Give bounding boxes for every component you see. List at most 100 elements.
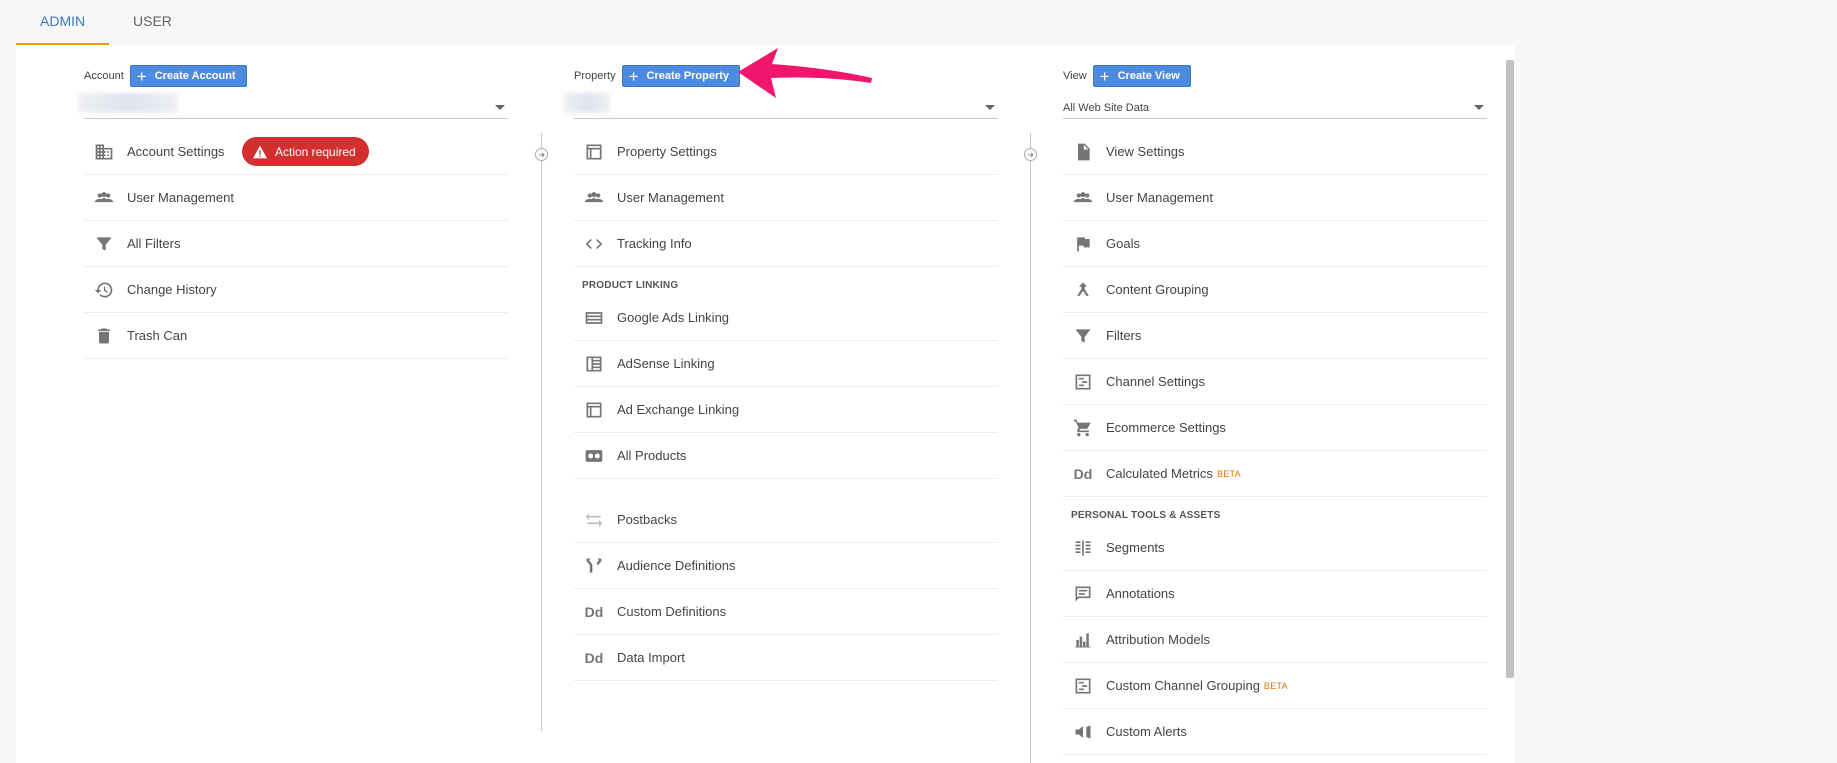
tracking-info-item[interactable]: Tracking Info bbox=[574, 221, 998, 267]
arrow-right-icon bbox=[535, 148, 548, 161]
ecommerce-settings-item[interactable]: Ecommerce Settings bbox=[1063, 405, 1487, 451]
property-selector[interactable] bbox=[564, 93, 998, 119]
account-selector[interactable] bbox=[78, 93, 508, 119]
column-divider bbox=[541, 133, 542, 731]
ads-icon bbox=[582, 307, 606, 329]
bars-icon bbox=[1071, 629, 1095, 651]
account-user-management-item[interactable]: User Management bbox=[84, 175, 508, 221]
calculated-metrics-label: Calculated Metrics bbox=[1106, 466, 1213, 481]
ad-exchange-linking-item[interactable]: Ad Exchange Linking bbox=[574, 387, 998, 433]
calculated-metrics-item[interactable]: Dd Calculated Metrics BETA bbox=[1063, 451, 1487, 497]
data-import-item[interactable]: Dd Data Import bbox=[574, 635, 998, 681]
view-user-management-label: User Management bbox=[1106, 190, 1213, 205]
cart-icon bbox=[1071, 417, 1095, 439]
account-settings-label: Account Settings bbox=[127, 144, 225, 159]
trash-can-item[interactable]: Trash Can bbox=[84, 313, 508, 359]
create-property-button[interactable]: + Create Property bbox=[621, 65, 741, 87]
pointer-arrow-annotation bbox=[738, 48, 872, 98]
create-view-label: Create View bbox=[1117, 70, 1180, 82]
audience-definitions-item[interactable]: Audience Definitions bbox=[574, 543, 998, 589]
account-label: Account bbox=[84, 70, 124, 82]
view-selector[interactable]: All Web Site Data bbox=[1063, 97, 1487, 119]
tracking-info-label: Tracking Info bbox=[617, 236, 692, 251]
admin-tabs: ADMIN USER bbox=[16, 0, 196, 45]
create-view-button[interactable]: + Create View bbox=[1092, 65, 1191, 87]
property-label: Property bbox=[574, 70, 616, 82]
custom-channel-grouping-item[interactable]: Custom Channel Grouping BETA bbox=[1063, 663, 1487, 709]
view-selected-value: All Web Site Data bbox=[1063, 101, 1150, 114]
annotations-item[interactable]: Annotations bbox=[1063, 571, 1487, 617]
attribution-models-item[interactable]: Attribution Models bbox=[1063, 617, 1487, 663]
personal-tools-heading: PERSONAL TOOLS & ASSETS bbox=[1071, 510, 1221, 521]
channel-settings-item[interactable]: Channel Settings bbox=[1063, 359, 1487, 405]
dd-icon: Dd bbox=[1071, 463, 1095, 485]
tab-admin[interactable]: ADMIN bbox=[16, 0, 109, 45]
filter-icon bbox=[92, 233, 116, 255]
google-ads-linking-item[interactable]: Google Ads Linking bbox=[574, 295, 998, 341]
create-account-button[interactable]: + Create Account bbox=[129, 65, 247, 87]
product-linking-heading: PRODUCT LINKING bbox=[582, 280, 679, 291]
custom-definitions-item[interactable]: Dd Custom Definitions bbox=[574, 589, 998, 635]
segments-item[interactable]: Segments bbox=[1063, 525, 1487, 571]
view-settings-item[interactable]: View Settings bbox=[1063, 129, 1487, 175]
property-user-management-label: User Management bbox=[617, 190, 724, 205]
custom-alerts-item[interactable]: Custom Alerts bbox=[1063, 709, 1487, 755]
tab-user[interactable]: USER bbox=[109, 0, 196, 43]
history-icon bbox=[92, 279, 116, 301]
document-icon bbox=[1071, 141, 1095, 163]
custom-channel-grouping-label: Custom Channel Grouping bbox=[1106, 678, 1260, 693]
custom-alerts-label: Custom Alerts bbox=[1106, 724, 1187, 739]
users-icon bbox=[1071, 187, 1095, 209]
code-icon bbox=[582, 233, 606, 255]
trash-icon bbox=[92, 325, 116, 347]
content-grouping-label: Content Grouping bbox=[1106, 282, 1209, 297]
content-grouping-item[interactable]: Content Grouping bbox=[1063, 267, 1487, 313]
grouping-icon bbox=[1071, 279, 1095, 301]
create-account-label: Create Account bbox=[154, 70, 236, 82]
account-menu: Account Settings Action required User Ma… bbox=[84, 129, 508, 359]
audience-icon bbox=[582, 555, 606, 577]
filters-item[interactable]: Filters bbox=[1063, 313, 1487, 359]
dd-icon: Dd bbox=[582, 647, 606, 669]
all-products-item[interactable]: All Products bbox=[574, 433, 998, 479]
redacted-account-name bbox=[78, 93, 178, 113]
property-settings-item[interactable]: Property Settings bbox=[574, 129, 998, 175]
action-required-badge[interactable]: Action required bbox=[242, 137, 369, 166]
change-history-item[interactable]: Change History bbox=[84, 267, 508, 313]
plus-icon: + bbox=[136, 66, 147, 86]
menu-spacer bbox=[574, 479, 998, 497]
view-label: View bbox=[1063, 70, 1087, 82]
trash-can-label: Trash Can bbox=[127, 328, 188, 343]
channel-icon bbox=[1071, 371, 1095, 393]
property-user-management-item[interactable]: User Management bbox=[574, 175, 998, 221]
ecommerce-settings-label: Ecommerce Settings bbox=[1106, 420, 1226, 435]
account-settings-item[interactable]: Account Settings Action required bbox=[84, 129, 508, 175]
redacted-property-name bbox=[564, 93, 610, 113]
all-products-label: All Products bbox=[617, 448, 687, 463]
users-icon bbox=[92, 187, 116, 209]
ad-exchange-linking-label: Ad Exchange Linking bbox=[617, 402, 740, 417]
adsense-linking-item[interactable]: AdSense Linking bbox=[574, 341, 998, 387]
property-settings-label: Property Settings bbox=[617, 144, 717, 159]
all-filters-item[interactable]: All Filters bbox=[84, 221, 508, 267]
megaphone-icon bbox=[1071, 721, 1095, 743]
channel-settings-label: Channel Settings bbox=[1106, 374, 1206, 389]
dd-glyph: Dd bbox=[584, 649, 604, 666]
property-menu: Property Settings User Management Tracki… bbox=[574, 129, 998, 681]
view-user-management-item[interactable]: User Management bbox=[1063, 175, 1487, 221]
postbacks-item[interactable]: Postbacks bbox=[574, 497, 998, 543]
data-import-label: Data Import bbox=[617, 650, 685, 665]
comment-icon bbox=[1071, 583, 1095, 605]
google-ads-linking-label: Google Ads Linking bbox=[617, 310, 730, 325]
dd-icon: Dd bbox=[582, 601, 606, 623]
adsense-icon bbox=[582, 353, 606, 375]
arrow-right-icon bbox=[1024, 148, 1037, 161]
goals-item[interactable]: Goals bbox=[1063, 221, 1487, 267]
dd-glyph: Dd bbox=[1073, 465, 1093, 482]
building-icon bbox=[92, 141, 116, 163]
warning-icon bbox=[253, 145, 267, 158]
scrollbar[interactable] bbox=[1506, 60, 1514, 678]
dd-glyph: Dd bbox=[584, 603, 604, 620]
products-icon bbox=[582, 445, 606, 467]
audience-definitions-label: Audience Definitions bbox=[617, 558, 736, 573]
